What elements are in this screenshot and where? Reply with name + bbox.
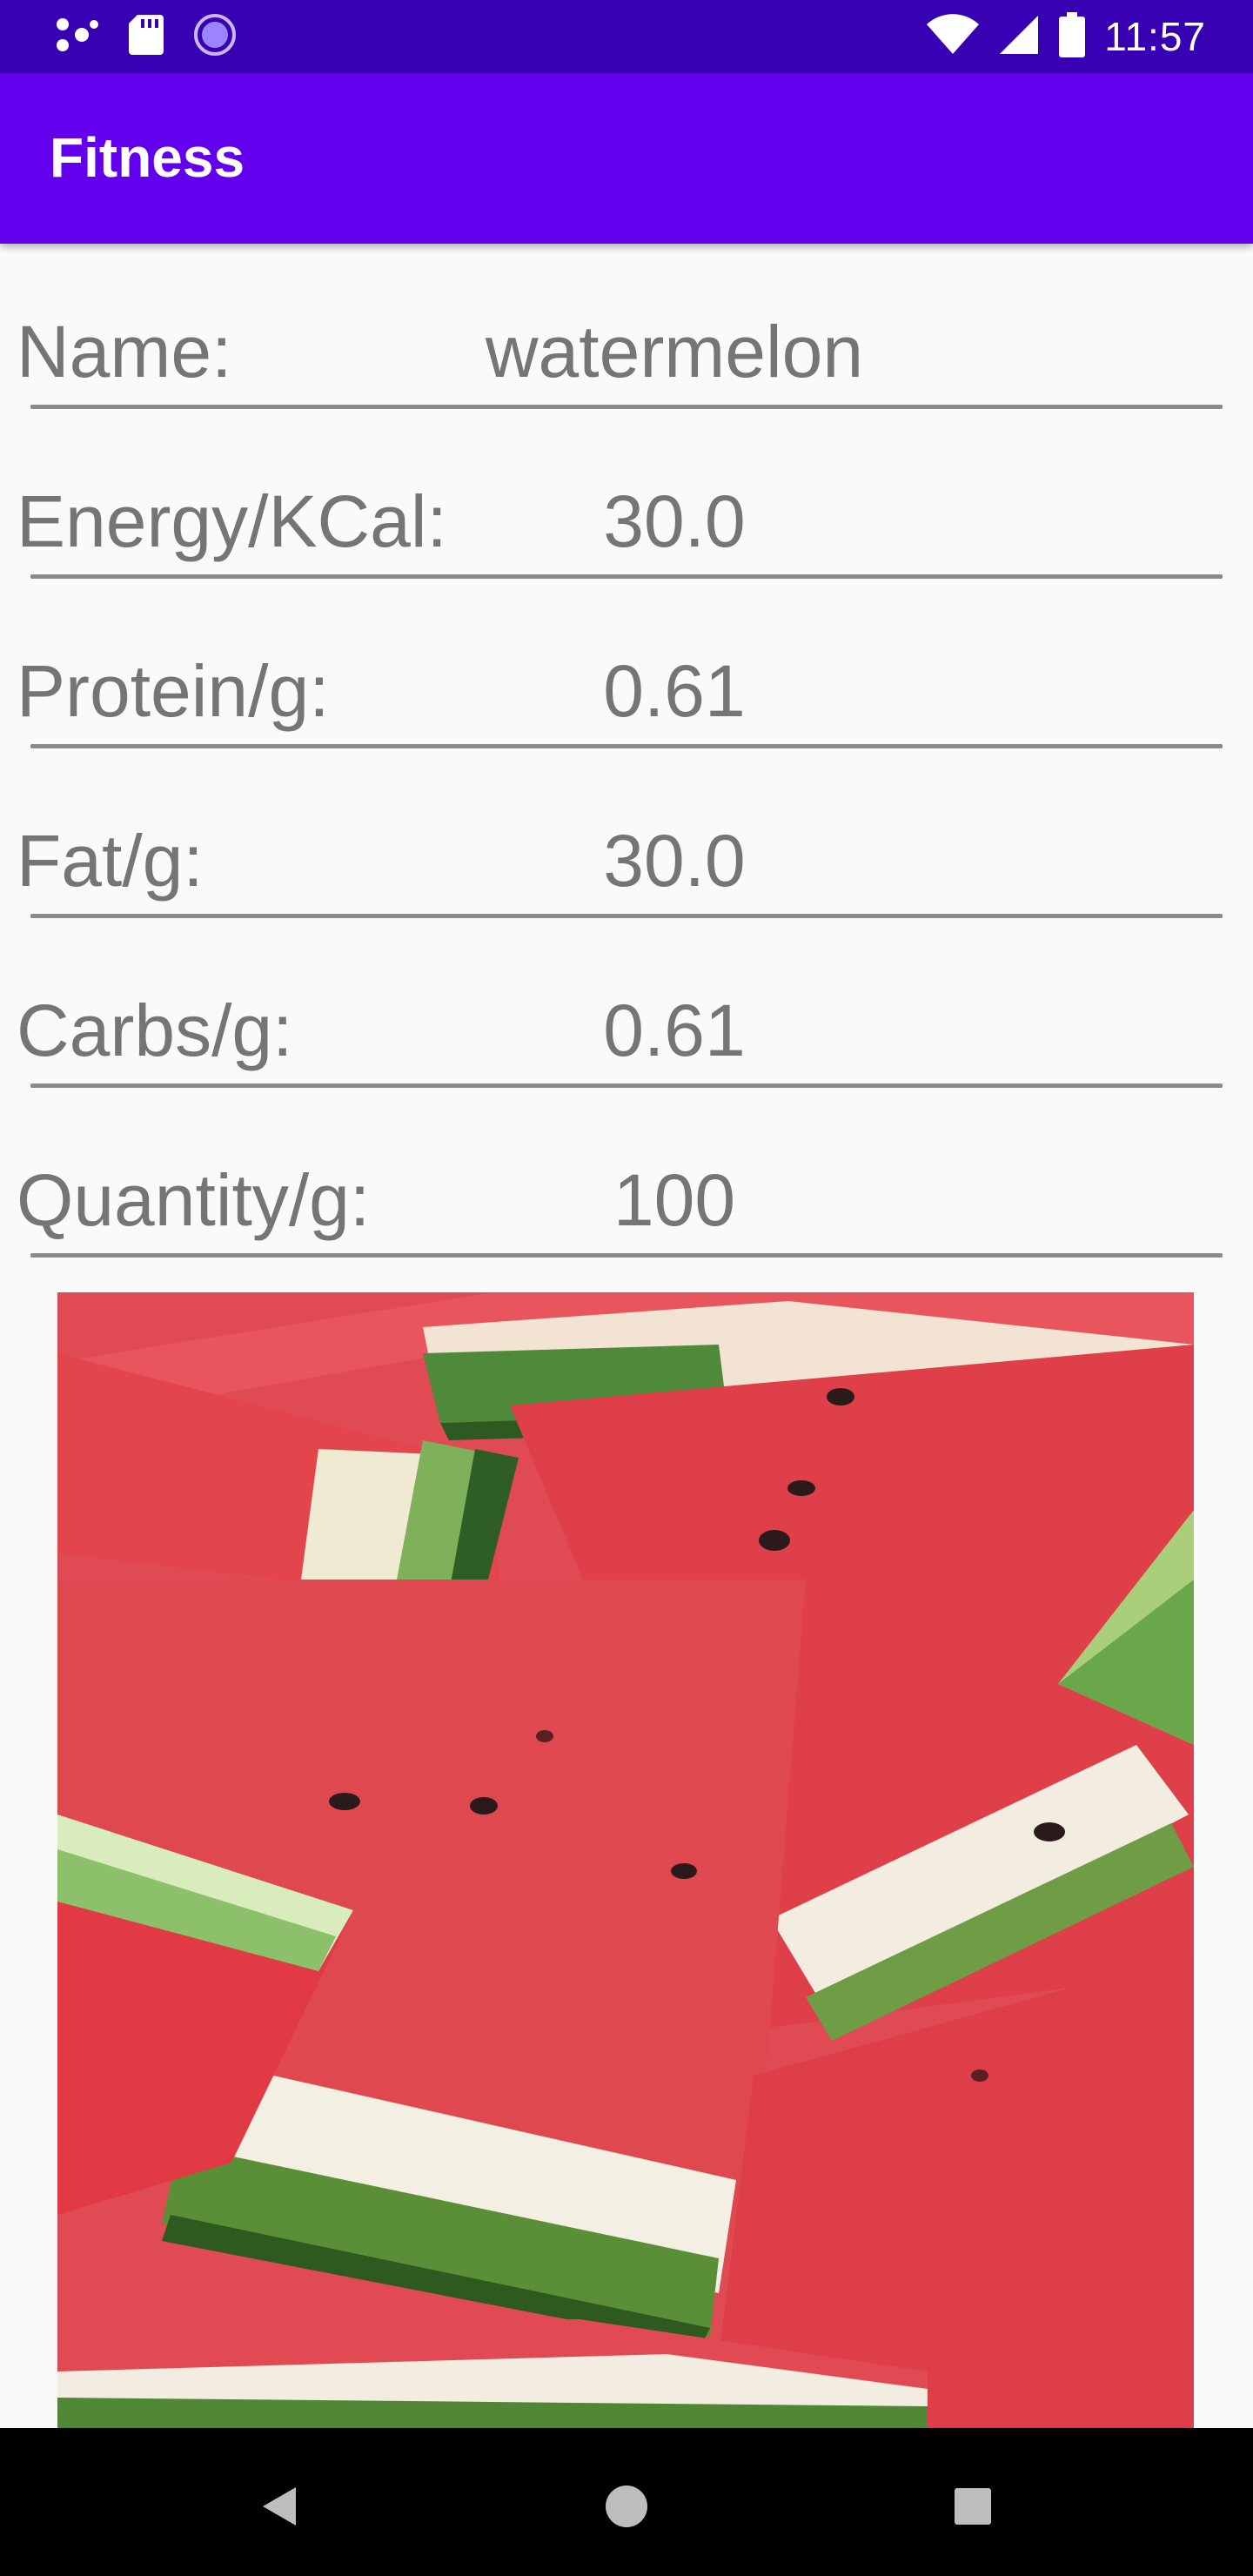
quantity-row: Quantity/g: 100 — [0, 1110, 1253, 1279]
back-icon — [263, 2487, 296, 2526]
food-image — [57, 1292, 1194, 2428]
quantity-underline — [30, 1253, 1223, 1258]
battery-icon — [1059, 11, 1086, 62]
wifi-icon — [927, 13, 980, 60]
carbs-field[interactable]: 0.61 — [431, 994, 918, 1067]
carbs-underline — [30, 1083, 1223, 1088]
notification-dots-icon — [56, 16, 99, 58]
fat-field[interactable]: 30.0 — [431, 824, 918, 897]
nav-bar — [0, 2428, 1253, 2576]
app-bar: Fitness — [0, 73, 1253, 244]
recents-icon — [955, 2488, 991, 2525]
status-clock: 11:57 — [1104, 14, 1206, 59]
protein-row: Protein/g: 0.61 — [0, 600, 1253, 770]
fat-row: Fat/g: 30.0 — [0, 770, 1253, 940]
energy-field[interactable]: 30.0 — [431, 485, 918, 558]
recents-button[interactable] — [938, 2472, 1008, 2541]
energy-label: Energy/KCal: — [17, 480, 447, 562]
name-label: Name: — [17, 311, 232, 392]
fat-underline — [30, 914, 1223, 918]
sd-card-icon — [129, 14, 164, 59]
home-button[interactable] — [592, 2472, 661, 2541]
quantity-field[interactable]: 100 — [431, 1164, 918, 1237]
status-right-icons: 11:57 — [927, 10, 1206, 63]
status-bar: 11:57 — [0, 0, 1253, 73]
carbs-label: Carbs/g: — [17, 989, 293, 1071]
back-button[interactable] — [244, 2472, 313, 2541]
home-icon — [606, 2485, 647, 2527]
screen: 11:57 Fitness Name: watermelon Energy/KC… — [0, 0, 1253, 2576]
protein-underline — [30, 744, 1223, 748]
energy-row: Energy/KCal: 30.0 — [0, 431, 1253, 600]
watermelon-illustration — [57, 1292, 1194, 2428]
carbs-row: Carbs/g: 0.61 — [0, 940, 1253, 1110]
status-left-icons — [56, 13, 237, 59]
app-title: Fitness — [50, 126, 245, 189]
name-underline — [30, 405, 1223, 409]
protein-label: Protein/g: — [17, 650, 330, 732]
fat-label: Fat/g: — [17, 820, 204, 902]
name-row: Name: watermelon — [0, 261, 1253, 431]
sync-circle-icon — [193, 13, 237, 61]
name-field[interactable]: watermelon — [431, 315, 918, 388]
energy-underline — [30, 574, 1223, 579]
quantity-label: Quantity/g: — [17, 1159, 371, 1241]
protein-field[interactable]: 0.61 — [431, 654, 918, 728]
signal-icon — [998, 14, 1040, 60]
